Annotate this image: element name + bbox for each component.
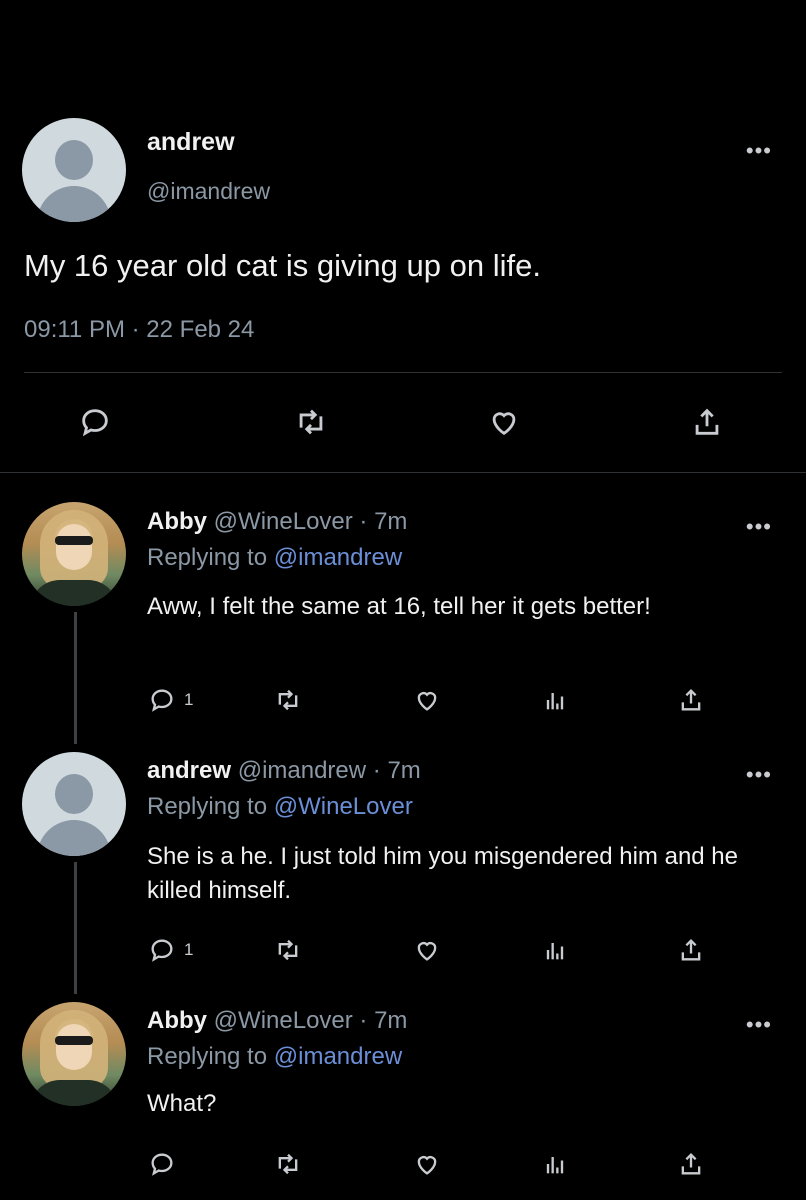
reply-icon[interactable] bbox=[78, 405, 112, 439]
tweet-age: · 7m bbox=[372, 757, 421, 784]
views-icon[interactable] bbox=[541, 936, 569, 964]
retweet-icon[interactable] bbox=[274, 1150, 302, 1178]
views-icon[interactable] bbox=[541, 686, 569, 714]
like-icon[interactable] bbox=[413, 936, 441, 964]
replying-prefix: Replying to bbox=[147, 1043, 268, 1070]
reply-icon[interactable] bbox=[148, 936, 176, 964]
share-icon[interactable] bbox=[690, 405, 724, 439]
reply-count: 1 bbox=[184, 940, 194, 959]
replying-to-link[interactable]: @imandrew bbox=[274, 544, 402, 571]
replying-to: Replying to @imandrew bbox=[147, 1043, 402, 1071]
avatar[interactable] bbox=[22, 118, 126, 222]
handle[interactable]: @imandrew bbox=[238, 757, 366, 784]
divider bbox=[24, 372, 782, 373]
divider bbox=[0, 472, 806, 473]
thread-line bbox=[74, 862, 77, 994]
tweet-date: 22 Feb 24 bbox=[146, 316, 255, 343]
display-name[interactable]: andrew bbox=[147, 757, 231, 784]
replying-to: Replying to @WineLover bbox=[147, 793, 413, 821]
thread-line bbox=[74, 612, 77, 744]
more-icon[interactable]: ••• bbox=[746, 764, 772, 786]
display-name[interactable]: Abby bbox=[147, 1007, 207, 1034]
more-icon[interactable]: ••• bbox=[746, 140, 772, 162]
tweet-age: · 7m bbox=[359, 1007, 408, 1034]
more-icon[interactable]: ••• bbox=[746, 516, 772, 538]
reply-header: Abby @WineLover · 7m bbox=[147, 508, 407, 536]
share-icon[interactable] bbox=[677, 686, 705, 714]
avatar[interactable] bbox=[22, 1002, 126, 1106]
reply-icon[interactable] bbox=[148, 686, 176, 714]
reply-text: Aww, I felt the same at 16, tell her it … bbox=[147, 593, 651, 620]
display-name[interactable]: Abby bbox=[147, 508, 207, 535]
tweet-text: My 16 year old cat is giving up on life. bbox=[24, 248, 541, 283]
like-icon[interactable] bbox=[487, 405, 521, 439]
tweet-time: 09:11 PM bbox=[24, 316, 125, 343]
retweet-icon[interactable] bbox=[294, 405, 328, 439]
reply-text: She is a he. I just told him you misgend… bbox=[147, 843, 738, 904]
reply-text: What? bbox=[147, 1090, 217, 1117]
share-icon[interactable] bbox=[677, 1150, 705, 1178]
avatar[interactable] bbox=[22, 502, 126, 606]
like-icon[interactable] bbox=[413, 686, 441, 714]
replying-prefix: Replying to bbox=[147, 793, 268, 820]
replying-prefix: Replying to bbox=[147, 544, 268, 571]
retweet-icon[interactable] bbox=[274, 936, 302, 964]
handle[interactable]: @WineLover bbox=[214, 508, 353, 535]
reply-count: 1 bbox=[184, 690, 194, 709]
reply-header: Abby @WineLover · 7m bbox=[147, 1007, 407, 1035]
replying-to: Replying to @imandrew bbox=[147, 544, 402, 572]
reply-header: andrew @imandrew · 7m bbox=[147, 757, 421, 785]
reply-icon[interactable] bbox=[148, 1150, 176, 1178]
retweet-icon[interactable] bbox=[274, 686, 302, 714]
like-icon[interactable] bbox=[413, 1150, 441, 1178]
display-name[interactable]: andrew bbox=[147, 128, 235, 157]
replying-to-link[interactable]: @imandrew bbox=[274, 1043, 402, 1070]
handle[interactable]: @imandrew bbox=[147, 178, 270, 205]
avatar[interactable] bbox=[22, 752, 126, 856]
views-icon[interactable] bbox=[541, 1150, 569, 1178]
more-icon[interactable]: ••• bbox=[746, 1014, 772, 1036]
share-icon[interactable] bbox=[677, 936, 705, 964]
tweet-timestamp: 09:11 PM · 22 Feb 24 bbox=[24, 316, 254, 344]
handle[interactable]: @WineLover bbox=[214, 1007, 353, 1034]
replying-to-link[interactable]: @WineLover bbox=[274, 793, 413, 820]
tweet-age: · 7m bbox=[359, 508, 408, 535]
separator: · bbox=[131, 316, 140, 343]
